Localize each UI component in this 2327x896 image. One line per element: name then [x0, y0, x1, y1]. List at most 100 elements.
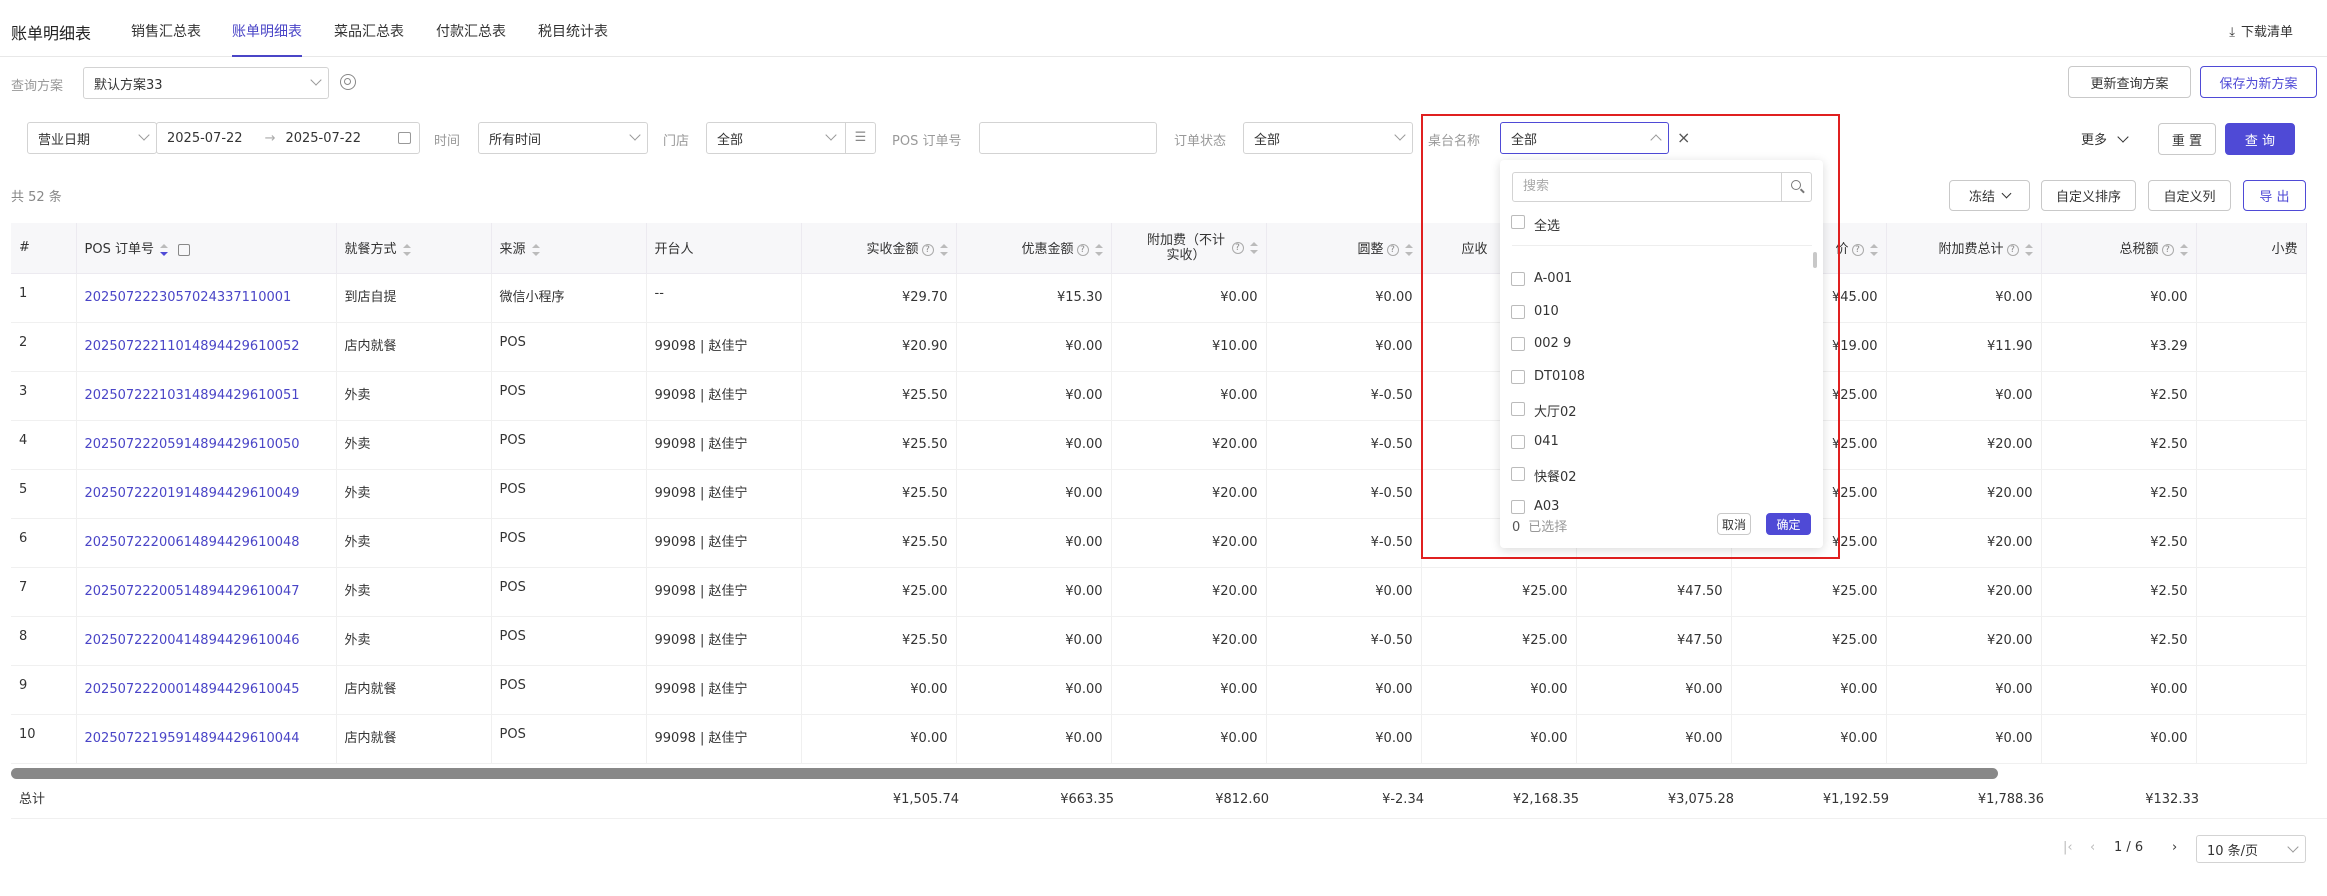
pos-order-link[interactable]: 20250722211014894429610052 — [76, 322, 337, 372]
dropdown-search-input[interactable]: 搜索 — [1512, 172, 1812, 202]
option-checkbox[interactable] — [1511, 499, 1525, 514]
col-surcharge-excluded[interactable]: 附加费（不计实收）? — [1111, 223, 1267, 274]
dropdown-option[interactable]: 快餐02 — [1534, 466, 1577, 485]
pos-order-link[interactable]: 20250722210314894429610051 — [76, 371, 337, 421]
save-new-plan-button[interactable]: 保存为新方案 — [2200, 66, 2317, 98]
date-range-picker[interactable]: 2025-07-22 → 2025-07-22 — [156, 122, 420, 154]
prev-page-icon[interactable]: ‹ — [2090, 840, 2095, 855]
date-start: 2025-07-22 — [167, 130, 243, 146]
pos-order-link[interactable]: 20250722195914894429610044 — [76, 714, 337, 764]
option-checkbox[interactable] — [1511, 402, 1525, 416]
option-checkbox[interactable] — [1511, 434, 1525, 449]
time-select[interactable]: 所有时间 — [478, 122, 648, 154]
total-receivable: ¥2,168.35 — [1512, 792, 1579, 807]
search-icon[interactable] — [1781, 173, 1811, 201]
dropdown-option[interactable]: 041 — [1534, 434, 1559, 449]
table-row[interactable]: 9 20250722200014894429610045 店内就餐 POS 99098 … — [11, 665, 2307, 715]
export-button[interactable]: 导 出 — [2243, 180, 2306, 211]
sort-icon[interactable] — [531, 243, 540, 256]
table-row[interactable]: 3 20250722210314894429610051 外卖 POS 99098 | … — [11, 371, 2307, 421]
surcharge: ¥20.00 — [1111, 616, 1267, 666]
pos-order-link[interactable]: 20250722201914894429610049 — [76, 469, 337, 519]
dropdown-option[interactable]: A-001 — [1534, 271, 1572, 286]
update-query-plan-button[interactable]: 更新查询方案 — [2068, 66, 2191, 98]
tab-bill-detail[interactable]: 账单明细表 — [232, 21, 302, 57]
tab-dish-summary[interactable]: 菜品汇总表 — [334, 21, 404, 57]
sort-icon[interactable] — [1094, 243, 1103, 256]
sort-icon[interactable] — [939, 243, 948, 256]
col-paid-amount[interactable]: 实收金额? — [801, 223, 957, 274]
sort-icon[interactable] — [1869, 243, 1878, 256]
download-list-button[interactable]: ⤓ 下载清单 — [2229, 21, 2293, 40]
sort-icon[interactable] — [2024, 243, 2033, 256]
dropdown-confirm-button[interactable]: 确定 — [1766, 513, 1811, 535]
table-row[interactable]: 6 20250722200614894429610048 外卖 POS 99098 | … — [11, 518, 2307, 568]
select-all-label: 全选 — [1534, 219, 1561, 234]
freeze-button[interactable]: 冻结 — [1949, 180, 2030, 211]
reset-button[interactable]: 重 置 — [2158, 123, 2216, 155]
table-row[interactable]: 10 20250722195914894429610044 店内就餐 POS 99098… — [11, 714, 2307, 764]
sort-icon[interactable] — [2179, 243, 2188, 256]
dropdown-scrollbar[interactable] — [1813, 252, 1817, 268]
store-select[interactable]: 全部 ☰ — [706, 122, 876, 154]
more-filters-button[interactable]: 更多 — [2081, 129, 2129, 148]
tab-payment-summary[interactable]: 付款汇总表 — [436, 21, 506, 57]
col-surcharge-total[interactable]: 附加费总计? — [1886, 223, 2042, 274]
select-all-checkbox[interactable] — [1511, 215, 1525, 229]
col-rounding[interactable]: 圆整? — [1266, 223, 1422, 274]
pos-order-link[interactable]: 20250722200514894429610047 — [76, 567, 337, 617]
option-checkbox[interactable] — [1511, 304, 1525, 319]
pos-order-link[interactable]: 20250722200614894429610048 — [76, 518, 337, 568]
next-page-icon[interactable]: › — [2172, 840, 2177, 855]
order-status-select[interactable]: 全部 — [1243, 122, 1413, 154]
dropdown-option[interactable]: 002 9 — [1534, 336, 1571, 351]
date-type-select[interactable]: 营业日期 — [27, 122, 157, 154]
pos-order-link[interactable]: 20250722205914894429610050 — [76, 420, 337, 470]
discount-amount: ¥0.00 — [956, 420, 1112, 470]
option-checkbox[interactable] — [1511, 337, 1525, 351]
pos-order-input[interactable] — [979, 122, 1157, 154]
col-discount-amount[interactable]: 优惠金额? — [956, 223, 1112, 274]
dropdown-option[interactable]: 010 — [1534, 304, 1559, 319]
tip — [2196, 371, 2307, 421]
table-row[interactable]: 4 20250722205914894429610050 外卖 POS 99098 | … — [11, 420, 2307, 470]
col-pos-order[interactable]: POS 订单号 — [76, 223, 337, 274]
freeze-label: 冻结 — [1968, 190, 1995, 205]
receivable: ¥0.00 — [1421, 665, 1577, 715]
settings-gear-icon[interactable] — [340, 74, 356, 90]
col-dine-mode[interactable]: 就餐方式 — [336, 223, 492, 274]
custom-sort-button[interactable]: 自定义排序 — [2041, 180, 2136, 211]
pos-order-link[interactable]: 20250722230570243371100​01 — [76, 273, 337, 323]
tab-sales-summary[interactable]: 销售汇总表 — [131, 21, 201, 57]
sort-icon[interactable] — [159, 243, 168, 256]
col-total-tax[interactable]: 总税额? — [2041, 223, 2197, 274]
custom-columns-button[interactable]: 自定义列 — [2148, 180, 2231, 211]
table-row[interactable]: 7 20250722200514894429610047 外卖 POS 99098 | … — [11, 567, 2307, 617]
horizontal-scrollbar[interactable] — [11, 768, 1998, 779]
query-button[interactable]: 查 询 — [2225, 123, 2295, 155]
sort-icon[interactable] — [402, 243, 411, 256]
sort-icon[interactable] — [1404, 243, 1413, 256]
tab-tax-statistics[interactable]: 税目统计表 — [538, 21, 608, 57]
dropdown-option[interactable]: DT0108 — [1534, 369, 1585, 384]
table-row[interactable]: 8 20250722200414894429610046 外卖 POS 99098 | … — [11, 616, 2307, 666]
option-checkbox[interactable] — [1511, 467, 1525, 481]
pos-order-link[interactable]: 20250722200414894429610046 — [76, 616, 337, 666]
dropdown-option[interactable]: A03 — [1534, 499, 1559, 514]
dropdown-cancel-button[interactable]: 取消 — [1717, 513, 1751, 535]
col-source[interactable]: 来源 — [491, 223, 647, 274]
option-checkbox[interactable] — [1511, 369, 1525, 384]
paid-amount: ¥25.50 — [801, 616, 957, 666]
table-row[interactable]: 5 20250722201914894429610049 外卖 POS 99098 | … — [11, 469, 2307, 519]
filter-settings-icon[interactable]: ☰ — [845, 123, 875, 153]
pos-order-link[interactable]: 20250722200014894429610045 — [76, 665, 337, 715]
sort-icon[interactable] — [1249, 241, 1258, 254]
query-plan-select[interactable]: 默认方案33 — [83, 67, 329, 99]
first-page-icon[interactable]: |‹ — [2063, 840, 2073, 855]
table-row[interactable]: 2 20250722211014894429610052 店内就餐 POS 99098 … — [11, 322, 2307, 372]
option-checkbox[interactable] — [1511, 272, 1525, 286]
table-row[interactable]: 1 20250722230570243371100​01 到店自提 微信小程序 -- ¥2… — [11, 273, 2307, 323]
page-size-select[interactable]: 10 条/页 — [2196, 835, 2306, 863]
dropdown-option[interactable]: 大厅02 — [1534, 401, 1577, 420]
filter-icon[interactable] — [177, 243, 190, 256]
